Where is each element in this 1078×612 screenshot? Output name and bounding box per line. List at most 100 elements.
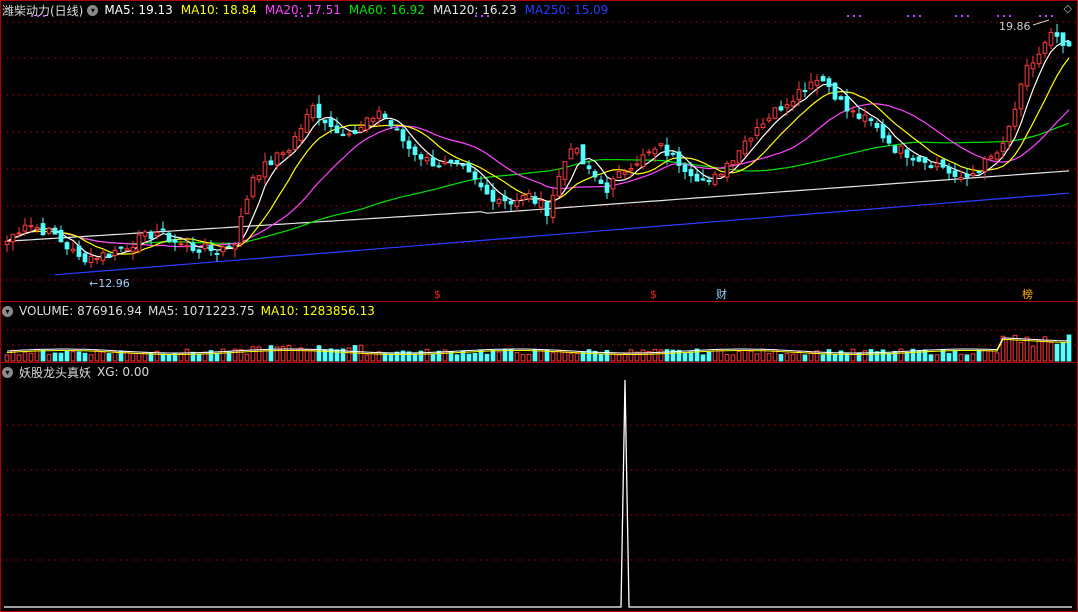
volume-bar bbox=[628, 349, 634, 362]
candle-body bbox=[496, 199, 502, 204]
candle-body bbox=[316, 103, 322, 118]
signal-dot bbox=[1039, 15, 1041, 17]
candle-body bbox=[844, 96, 850, 112]
volume-bar bbox=[718, 350, 724, 362]
volume-bar bbox=[700, 354, 706, 362]
volume-bar bbox=[1012, 334, 1018, 362]
candle-body bbox=[850, 110, 856, 113]
volume-bar bbox=[616, 354, 622, 362]
candle-body bbox=[658, 143, 664, 147]
candle-body bbox=[694, 173, 700, 182]
volume-bar bbox=[148, 352, 154, 362]
volume-bar bbox=[286, 345, 292, 362]
candle-body bbox=[598, 179, 604, 184]
candle-body bbox=[34, 226, 40, 230]
volume-bar bbox=[880, 349, 886, 362]
candle-body bbox=[676, 151, 682, 166]
candle-body bbox=[910, 157, 916, 161]
candle-body bbox=[244, 198, 250, 215]
volume-bar bbox=[982, 349, 988, 362]
candle-body bbox=[400, 129, 406, 142]
candle-body bbox=[346, 133, 352, 136]
candle-body bbox=[472, 171, 478, 180]
volume-bar bbox=[988, 350, 994, 362]
candle-body bbox=[880, 123, 886, 139]
signal-dot bbox=[913, 15, 915, 17]
candle-body bbox=[772, 107, 778, 119]
candle-body bbox=[574, 148, 580, 154]
candle-body bbox=[988, 155, 994, 159]
candle-body bbox=[1012, 108, 1018, 127]
volume-bar bbox=[160, 353, 166, 362]
candle-body bbox=[652, 148, 658, 155]
candle-body bbox=[214, 253, 220, 256]
candle-body bbox=[208, 244, 214, 252]
candle-body bbox=[28, 225, 34, 228]
volume-bar bbox=[250, 346, 256, 362]
candle-body bbox=[820, 76, 826, 82]
candle-body bbox=[352, 129, 358, 134]
volume-bar bbox=[748, 350, 754, 362]
candle-body bbox=[586, 165, 592, 170]
candle-body bbox=[532, 196, 538, 204]
volume-bar bbox=[364, 354, 370, 362]
candle-body bbox=[790, 100, 796, 107]
candle-body bbox=[982, 158, 988, 173]
candle-body bbox=[892, 145, 898, 153]
candle-body bbox=[1066, 41, 1072, 47]
candle-body bbox=[796, 89, 802, 101]
candle-body bbox=[1036, 53, 1042, 65]
candle-body bbox=[856, 113, 862, 119]
volume-bar bbox=[424, 348, 430, 362]
candle-body bbox=[952, 170, 958, 177]
candle-body bbox=[382, 113, 388, 119]
candle-body bbox=[22, 224, 28, 232]
volume-bar bbox=[706, 351, 712, 362]
signal-dot bbox=[847, 15, 849, 17]
candle-body bbox=[922, 156, 928, 163]
candle-body bbox=[754, 127, 760, 137]
candle-body bbox=[232, 244, 238, 250]
candle-body bbox=[1006, 125, 1012, 143]
candle-body bbox=[160, 228, 166, 231]
signal-dot bbox=[307, 15, 309, 17]
candle-body bbox=[766, 117, 772, 122]
volume-bar bbox=[820, 354, 826, 362]
candle-body bbox=[634, 163, 640, 166]
volume-bar bbox=[166, 354, 172, 362]
volume-bar bbox=[916, 351, 922, 362]
candle-body bbox=[1018, 83, 1024, 110]
signal-dot bbox=[907, 15, 909, 17]
candle-body bbox=[268, 160, 274, 166]
volume-bar bbox=[16, 354, 22, 362]
candle-body bbox=[340, 133, 346, 137]
volume-bar bbox=[58, 352, 64, 362]
candle-body bbox=[706, 179, 712, 183]
event-marker: $ bbox=[650, 288, 657, 301]
signal-dot bbox=[859, 15, 861, 17]
candle-body bbox=[976, 171, 982, 174]
high-price-pointer bbox=[1032, 19, 1050, 26]
candle-body bbox=[292, 136, 298, 150]
volume-bar bbox=[580, 351, 586, 362]
candle-body bbox=[262, 161, 268, 178]
candle-body bbox=[448, 159, 454, 164]
candle-body bbox=[10, 233, 16, 243]
volume-bar bbox=[298, 347, 304, 362]
ma60-line bbox=[6, 122, 1070, 245]
volume-bar bbox=[112, 351, 118, 362]
candle-body bbox=[484, 184, 490, 195]
candle-body bbox=[964, 173, 970, 178]
volume-bar bbox=[346, 347, 352, 362]
volume-bar bbox=[70, 351, 76, 362]
candle-body bbox=[412, 146, 418, 155]
candle-body bbox=[886, 135, 892, 144]
candle-body bbox=[778, 106, 784, 111]
candle-body bbox=[334, 125, 340, 134]
volume-bar bbox=[970, 353, 976, 362]
candle-body bbox=[670, 152, 676, 155]
candle-body bbox=[202, 243, 208, 250]
candle-body bbox=[88, 255, 94, 263]
volume-bar bbox=[1066, 334, 1072, 362]
volume-bar bbox=[388, 353, 394, 362]
